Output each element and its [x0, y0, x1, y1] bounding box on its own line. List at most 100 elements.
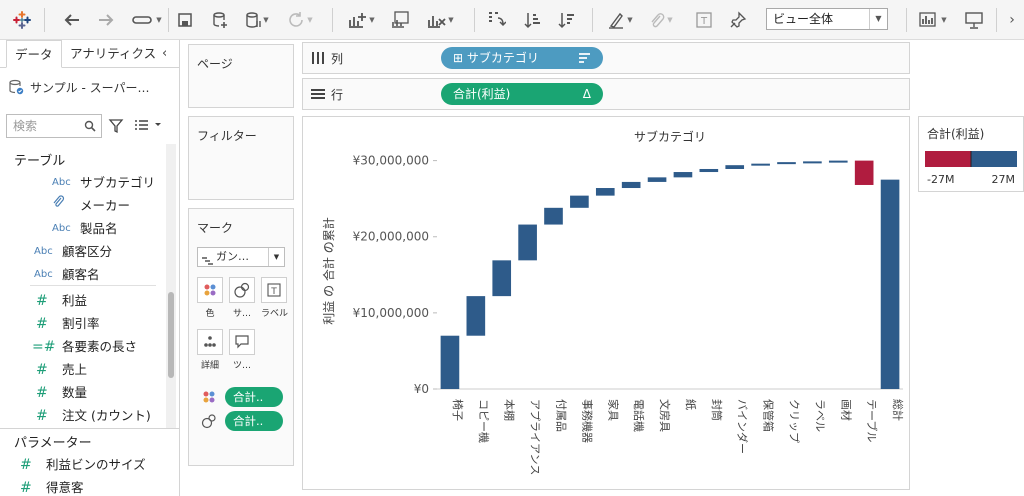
y-tick-label: ¥0: [414, 382, 429, 396]
size-label: サ…: [232, 309, 251, 319]
pill-label: 合計(利益): [453, 87, 511, 101]
x-tick-label: 椅子: [451, 399, 465, 421]
legend-gradient: [925, 151, 1017, 167]
fit-view-select[interactable]: ビュー全体 ▼: [766, 8, 888, 30]
pages-card[interactable]: ページ: [188, 44, 294, 108]
gantt-icon: [202, 253, 214, 271]
color-button[interactable]: 色: [197, 277, 223, 321]
x-tick-label: 電話機: [632, 399, 646, 432]
y-tick-label: ¥30,000,000: [353, 154, 429, 168]
show-mark-labels-icon[interactable]: T: [692, 8, 716, 32]
mark-type-value: ガン…: [216, 250, 249, 263]
field-name: メーカー: [80, 198, 131, 213]
tab-analytics[interactable]: アナリティクス: [62, 40, 164, 68]
duplicate-sheet-icon[interactable]: [388, 8, 412, 32]
highlight-icon[interactable]: ▼: [602, 8, 638, 32]
sort-descending-icon[interactable]: [554, 8, 578, 32]
view-options-icon[interactable]: [134, 119, 164, 134]
new-datasource-icon[interactable]: [208, 8, 232, 32]
field-name: 各要素の長さ: [62, 339, 138, 354]
tables-header: テーブル: [14, 154, 66, 169]
string-type-icon: Abc: [34, 246, 53, 257]
plus-box-icon: ⊞: [453, 51, 467, 65]
x-tick-label: 封筒: [710, 399, 724, 421]
tab-data[interactable]: データ: [6, 40, 62, 68]
group-members-icon[interactable]: ▼: [644, 8, 678, 32]
columns-shelf[interactable]: 列 ⊞ サブカテゴリ: [302, 42, 910, 74]
swap-rows-columns-icon[interactable]: [484, 8, 508, 32]
toolbar: ▼ ▼ ▼ ▼ ▼ ▼ ▼ T ビュー全体 ▼ ▼ ›: [0, 0, 1024, 40]
detail-label: 詳細: [200, 361, 219, 371]
bar-総計: [880, 179, 900, 389]
search-icon[interactable]: [84, 120, 96, 135]
columns-icon: [311, 52, 325, 67]
datasource-item[interactable]: サンプル - スーパー…: [8, 76, 149, 98]
legend-max-label: 27M: [991, 173, 1016, 186]
color-label: 色: [205, 309, 215, 319]
more-toolbar-icon[interactable]: ›: [1004, 8, 1020, 32]
svg-text:T: T: [700, 16, 708, 27]
clear-sheet-icon[interactable]: ▼: [420, 8, 460, 32]
chart-title: サブカテゴリ: [634, 129, 706, 144]
new-sheet-icon[interactable]: ▼: [342, 8, 380, 32]
bar-アプライアンス: [518, 224, 537, 261]
table-calc-icon: Δ: [582, 87, 591, 101]
size-button[interactable]: サ…: [229, 277, 255, 321]
bar-付属品: [544, 207, 563, 225]
field-name: 割引率: [62, 316, 100, 331]
bar-文房具: [647, 177, 667, 182]
x-tick-label: 画材: [839, 399, 853, 421]
string-type-icon: Abc: [52, 177, 71, 188]
bar-コピー機: [466, 296, 486, 336]
bar-ラベル: [803, 161, 822, 164]
x-tick-label: 保管箱: [762, 399, 776, 432]
fields-scrollbar[interactable]: [166, 144, 176, 428]
calculated-field-icon: =#: [32, 339, 56, 355]
pause-updates-icon[interactable]: ▼: [242, 8, 272, 32]
presentation-mode-icon[interactable]: [962, 8, 986, 32]
undo-icon[interactable]: [60, 8, 84, 32]
bar-テーブル: [854, 160, 874, 185]
parameter-name: 利益ビンのサイズ: [46, 457, 146, 472]
waterfall-chart[interactable]: サブカテゴリ ¥0 ¥10,000,000 ¥20,000,000 ¥30,000,00…: [303, 117, 909, 489]
bar-本棚: [492, 260, 512, 297]
refresh-icon[interactable]: ▼: [282, 8, 318, 32]
color-legend[interactable]: 合計(利益) -27M 27M: [918, 116, 1024, 192]
legend-negative-swatch: [925, 151, 971, 167]
filter-icon[interactable]: [108, 118, 124, 137]
field-name: 顧客区分: [62, 244, 113, 259]
pin-axes-icon[interactable]: [726, 8, 750, 32]
tooltip-button[interactable]: ツ…: [229, 329, 255, 373]
x-tick-label: 家具: [606, 399, 620, 421]
x-tick-label: クリップ: [788, 399, 801, 443]
save-icon[interactable]: [174, 8, 196, 32]
label-button[interactable]: T ラベル: [261, 277, 288, 321]
columns-field-pill[interactable]: ⊞ サブカテゴリ: [441, 47, 603, 69]
size-icon: [234, 282, 250, 298]
collapse-pane-icon[interactable]: ‹: [162, 46, 167, 61]
tableau-logo-icon[interactable]: [10, 8, 34, 32]
detail-button[interactable]: 詳細: [197, 329, 223, 373]
filters-card[interactable]: フィルター: [188, 116, 294, 200]
show-me-icon[interactable]: ▼: [914, 8, 952, 32]
chart-view[interactable]: サブカテゴリ ¥0 ¥10,000,000 ¥20,000,000 ¥30,000,00…: [302, 116, 910, 490]
svg-text:T: T: [270, 287, 277, 297]
x-tick-label: コピー機: [477, 399, 491, 443]
x-tick-label: アプライアンス: [529, 399, 542, 475]
color-field-pill[interactable]: 合計..: [225, 387, 283, 407]
detail-icon: [204, 336, 216, 347]
chevron-down-icon: ▼: [268, 248, 284, 266]
legend-positive-swatch: [971, 151, 1017, 167]
x-tick-label: ラベル: [813, 399, 826, 432]
mark-type-select[interactable]: ガン… ▼: [197, 247, 285, 267]
replay-icon[interactable]: ▼: [128, 8, 166, 32]
rows-field-pill[interactable]: 合計(利益) Δ: [441, 83, 603, 105]
sort-icon: [579, 47, 591, 70]
scrollbar-thumb[interactable]: [168, 292, 174, 378]
sort-ascending-icon[interactable]: [520, 8, 544, 32]
field-name: 顧客名: [62, 267, 100, 282]
field-name: サブカテゴリ: [80, 175, 156, 190]
redo-icon[interactable]: [94, 8, 118, 32]
rows-shelf[interactable]: 行 合計(利益) Δ: [302, 78, 910, 110]
size-field-pill[interactable]: 合計..: [225, 411, 283, 431]
